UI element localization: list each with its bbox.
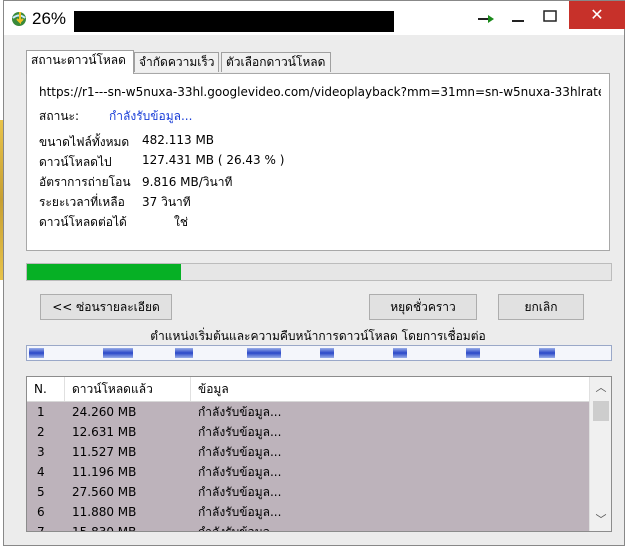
status-panel: https://r1---sn-w5nuxa-33hl.googlevideo.… [26,73,610,251]
table-row[interactable]: 4 11.196 MB กำลังรับข้อมูล... [27,462,589,482]
row-num: 3 [37,445,45,459]
row-info: กำลังรับข้อมูล... [198,485,282,499]
row-num: 7 [37,525,45,532]
row-num: 5 [37,485,45,499]
list-scrollbar[interactable]: ︿ ﹀ [589,377,611,531]
green-arrow-icon[interactable] [474,5,502,29]
row-info: กำลังรับข้อมูล... [198,505,282,519]
downloaded-label: ดาวน์โหลดไป [39,155,112,169]
table-row[interactable]: 5 27.560 MB กำลังรับข้อมูล... [27,482,589,502]
segments-caption: ตำแหน่งเริ่มต้นและความคืบหน้าการดาวน์โหล… [150,329,486,343]
pause-button[interactable]: หยุดชั่วคราว [369,294,477,320]
filesize-label: ขนาดไฟล์ทั้งหมด [39,135,130,149]
col-downloaded-header[interactable]: ดาวน์โหลดแล้ว [65,377,191,401]
tab-download-options[interactable]: ตัวเลือกดาวน์โหลด [221,52,331,72]
remaining-value: 37 วินาที [142,195,191,209]
hide-details-button[interactable]: << ซ่อนรายละเอียด [40,294,172,320]
row-downloaded: 11.527 MB [72,445,137,459]
segment-4 [247,348,281,358]
row-downloaded: 15.830 MB [72,525,137,532]
minimize-icon[interactable] [504,5,532,29]
segment-6 [393,348,407,358]
row-downloaded: 12.631 MB [72,425,137,439]
row-num: 4 [37,465,45,479]
window-title: 26% [32,9,67,28]
idm-globe-icon [12,12,26,26]
chevron-down-icon[interactable]: ﹀ [592,511,610,529]
row-info: กำลังรับข้อมูล... [198,525,282,532]
status-value: กำลังรับข้อมูล... [109,109,193,123]
connection-segments-bar [26,345,612,361]
maximize-icon[interactable] [536,5,564,29]
segment-8 [539,348,555,358]
table-row[interactable]: 7 15.830 MB กำลังรับข้อมูล... [27,522,589,532]
cancel-button[interactable]: ยกเลิก [498,294,584,320]
row-info: กำลังรับข้อมูล... [198,465,282,479]
col-num-header[interactable]: N. [27,377,65,401]
connections-list[interactable]: N. ดาวน์โหลดแล้ว ข้อมูล 1 24.260 MB กำลั… [26,376,612,532]
progress-fill [27,264,182,280]
connections-body: 1 24.260 MB กำลังรับข้อมูล... 2 12.631 M… [27,402,589,532]
scroll-thumb[interactable] [593,401,609,421]
resume-value: ใช่ [174,215,189,229]
download-url: https://r1---sn-w5nuxa-33hl.googlevideo.… [39,85,601,99]
title-bar[interactable]: 26% ✕ [4,1,625,35]
status-label: สถานะ: [39,109,80,123]
remaining-label: ระยะเวลาที่เหลือ [39,195,125,209]
segment-5 [320,348,334,358]
row-info: กำลังรับข้อมูล... [198,425,282,439]
row-downloaded: 11.196 MB [72,465,137,479]
row-downloaded: 27.560 MB [72,485,137,499]
filesize-value: 482.113 MB [142,133,215,147]
segment-2 [103,348,133,358]
row-info: กำลังรับข้อมูล... [198,405,282,419]
resume-label: ดาวน์โหลดต่อได้ [39,215,127,229]
row-downloaded: 24.260 MB [72,405,137,419]
row-num: 6 [37,505,45,519]
table-row[interactable]: 3 11.527 MB กำลังรับข้อมูล... [27,442,589,462]
row-info: กำลังรับข้อมูล... [198,445,282,459]
close-icon[interactable]: ✕ [569,1,625,29]
redacted-filename [74,11,394,32]
segment-7 [466,348,480,358]
row-num: 2 [37,425,45,439]
segment-1 [29,348,44,358]
chevron-up-icon[interactable]: ︿ [592,379,610,397]
tab-download-status[interactable]: สถานะดาวน์โหลด [26,50,134,74]
connections-header: N. ดาวน์โหลดแล้ว ข้อมูล [27,377,589,402]
rate-label: อัตราการถ่ายโอน [39,175,131,189]
tab-speed-limit[interactable]: จำกัดความเร็ว [134,52,219,72]
downloaded-value: 127.431 MB ( 26.43 % ) [142,153,285,167]
rate-value: 9.816 MB/วินาที [142,175,233,189]
download-dialog: 26% ✕ สถานะดาวน์โหลด จำกัดความเร็ว ตัวเล… [3,0,625,546]
col-info-header[interactable]: ข้อมูล [191,377,589,401]
table-row[interactable]: 6 11.880 MB กำลังรับข้อมูล... [27,502,589,522]
download-progress-bar [26,263,612,281]
table-row[interactable]: 1 24.260 MB กำลังรับข้อมูล... [27,402,589,422]
row-downloaded: 11.880 MB [72,505,137,519]
row-num: 1 [37,405,45,419]
segment-3 [175,348,193,358]
table-row[interactable]: 2 12.631 MB กำลังรับข้อมูล... [27,422,589,442]
